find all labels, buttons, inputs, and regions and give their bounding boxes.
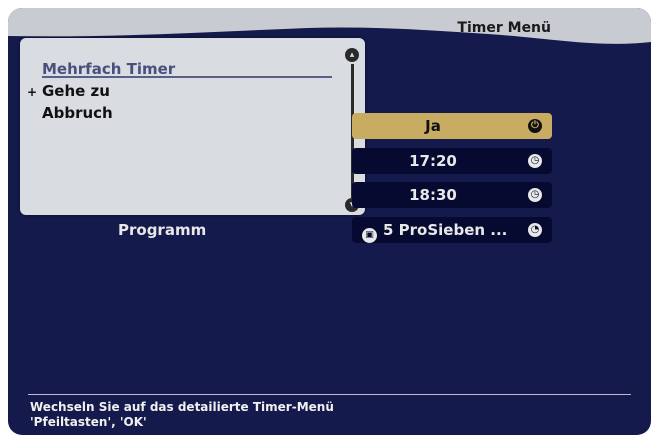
- popup-item-gehe-zu[interactable]: Gehe zu: [42, 82, 110, 100]
- popup-item-abbruch[interactable]: Abbruch: [42, 104, 113, 122]
- status-divider: [28, 394, 631, 395]
- menu-title: Timer Menü: [457, 20, 551, 36]
- timer-active-value: Ja: [425, 117, 441, 135]
- program-value: 5 ProSieben ...: [383, 221, 508, 239]
- options-popup: Mehrfach Timer + Gehe zu Abbruch ▴ ▾: [20, 38, 365, 215]
- clock-icon: ◷: [528, 188, 542, 202]
- status-line-2: 'Pfeiltasten', 'OK': [30, 415, 147, 429]
- scroll-up-icon[interactable]: ▴: [345, 48, 359, 62]
- start-time-row[interactable]: 17:20 ◷: [352, 148, 552, 174]
- tv-screen: Timer Menü Mehrfach Timer + Gehe zu Abbr…: [8, 8, 651, 435]
- clock-icon: ◔: [528, 223, 542, 237]
- program-label: Programm: [118, 221, 207, 239]
- selection-underline: [42, 76, 332, 78]
- end-time-value: 18:30: [409, 186, 457, 204]
- end-time-row[interactable]: 18:30 ◷: [352, 182, 552, 208]
- timer-active-row[interactable]: Ja ⏻: [352, 113, 552, 139]
- program-row[interactable]: ▣ 5 ProSieben ... ◔: [352, 217, 552, 243]
- program-value-wrap: ▣ 5 ProSieben ...: [362, 217, 507, 243]
- bullet-marker: +: [27, 85, 38, 99]
- tv-icon: ▣: [362, 228, 377, 243]
- power-icon: ⏻: [528, 119, 542, 133]
- start-time-value: 17:20: [409, 152, 457, 170]
- status-text: Wechseln Sie auf das detailierte Timer-M…: [30, 400, 334, 430]
- status-line-1: Wechseln Sie auf das detailierte Timer-M…: [30, 400, 334, 414]
- clock-icon: ◷: [528, 154, 542, 168]
